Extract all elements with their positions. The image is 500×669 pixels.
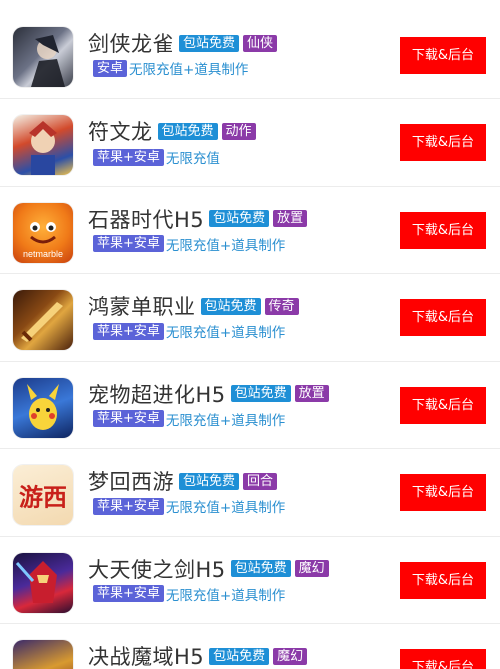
free-tag: 包站免费 xyxy=(179,34,240,52)
golden-sword-icon[interactable] xyxy=(13,290,73,350)
icon-brand-text: netmarble xyxy=(22,248,64,259)
platform-tag: 苹果+安卓 xyxy=(93,322,164,340)
game-name[interactable]: 符文龙 xyxy=(88,116,153,146)
download-button[interactable]: 下载&后台 xyxy=(400,37,486,74)
list-item[interactable]: netmarble 石器时代H5 包站免费 放置 苹果+安卓 无限充值+道具制作… xyxy=(0,187,500,274)
icon-logo-text: 游西 xyxy=(19,483,67,512)
list-item[interactable]: 鸿蒙单职业 包站免费 传奇 苹果+安卓 无限充值+道具制作 下载&后台 xyxy=(0,274,500,362)
list-item[interactable]: 游西 梦回西游 包站免费 回合 苹果+安卓 无限充值+道具制作 下载&后台 xyxy=(0,449,500,537)
list-item[interactable]: 符文龙 包站免费 动作 苹果+安卓 无限充值 下载&后台 xyxy=(0,99,500,187)
free-tag: 包站免费 xyxy=(209,647,270,665)
genre-tag: 传奇 xyxy=(264,297,299,315)
platform-tag: 苹果+安卓 xyxy=(93,235,164,252)
free-tag: 包站免费 xyxy=(209,210,270,227)
game-list: 剑侠龙雀 包站免费 仙侠 安卓 无限充值+道具制作 下载&后台 符文龙 包站免费… xyxy=(0,0,500,669)
game-name[interactable]: 决战魔域H5 xyxy=(88,641,204,669)
platform-tag: 苹果+安卓 xyxy=(93,410,164,427)
features-text: 无限充值+道具制作 xyxy=(165,500,286,516)
free-tag: 包站免费 xyxy=(179,472,240,490)
download-button[interactable]: 下载&后台 xyxy=(400,386,486,424)
genre-tag: 回合 xyxy=(243,472,278,490)
free-tag: 包站免费 xyxy=(200,297,261,315)
download-button[interactable]: 下载&后台 xyxy=(400,299,486,336)
genre-tag: 动作 xyxy=(221,122,256,140)
platform-tag: 苹果+安卓 xyxy=(93,148,164,166)
yellow-pet-icon[interactable] xyxy=(13,377,73,438)
genre-tag: 魔幻 xyxy=(273,647,308,665)
features-text: 无限充值+道具制作 xyxy=(165,325,286,341)
list-item[interactable]: 决战魔域H5 包站免费 魔幻 下载&后台 xyxy=(0,624,500,669)
list-item[interactable]: 宠物超进化H5 包站免费 放置 苹果+安卓 无限充值+道具制作 下载&后台 xyxy=(0,362,500,449)
download-button[interactable]: 下载&后台 xyxy=(400,649,486,669)
armored-hero-icon[interactable] xyxy=(13,115,73,175)
features-text: 无限充值+道具制作 xyxy=(165,587,286,604)
platform-tag: 苹果+安卓 xyxy=(93,497,164,515)
platform-tag: 苹果+安卓 xyxy=(93,585,164,602)
features-text: 无限充值+道具制作 xyxy=(165,237,286,254)
netmarble-dragon-icon[interactable]: netmarble xyxy=(13,202,73,263)
free-tag: 包站免费 xyxy=(157,122,218,140)
features-text: 无限充值+道具制作 xyxy=(129,62,249,78)
platform-tag: 安卓 xyxy=(93,59,128,77)
free-tag: 包站免费 xyxy=(230,385,291,402)
red-armor-knight-icon[interactable] xyxy=(13,552,73,613)
game-name[interactable]: 宠物超进化H5 xyxy=(88,379,226,409)
genre-tag: 放置 xyxy=(294,385,329,402)
download-button[interactable]: 下载&后台 xyxy=(400,561,486,599)
download-button[interactable]: 下载&后台 xyxy=(400,474,486,511)
list-item[interactable]: 剑侠龙雀 包站免费 仙侠 安卓 无限充值+道具制作 下载&后台 xyxy=(0,0,500,99)
game-name[interactable]: 梦回西游 xyxy=(88,466,174,496)
golden-warrior-icon[interactable] xyxy=(13,640,73,669)
features-text: 无限充值+道具制作 xyxy=(165,412,286,429)
download-button[interactable]: 下载&后台 xyxy=(400,124,486,161)
game-name[interactable]: 剑侠龙雀 xyxy=(88,28,174,58)
genre-tag: 仙侠 xyxy=(243,34,278,52)
warrior-portrait-icon[interactable] xyxy=(13,27,73,87)
game-name[interactable]: 大天使之剑H5 xyxy=(88,554,226,584)
download-button[interactable]: 下载&后台 xyxy=(400,211,486,249)
free-tag: 包站免费 xyxy=(230,560,291,577)
list-item[interactable]: 大天使之剑H5 包站免费 魔幻 苹果+安卓 无限充值+道具制作 下载&后台 xyxy=(0,537,500,624)
game-name[interactable]: 鸿蒙单职业 xyxy=(88,291,196,321)
journey-west-logo-icon[interactable]: 游西 xyxy=(13,465,73,525)
game-name[interactable]: 石器时代H5 xyxy=(88,204,204,234)
genre-tag: 魔幻 xyxy=(294,560,329,577)
features-text: 无限充值 xyxy=(165,151,220,167)
genre-tag: 放置 xyxy=(273,210,308,227)
